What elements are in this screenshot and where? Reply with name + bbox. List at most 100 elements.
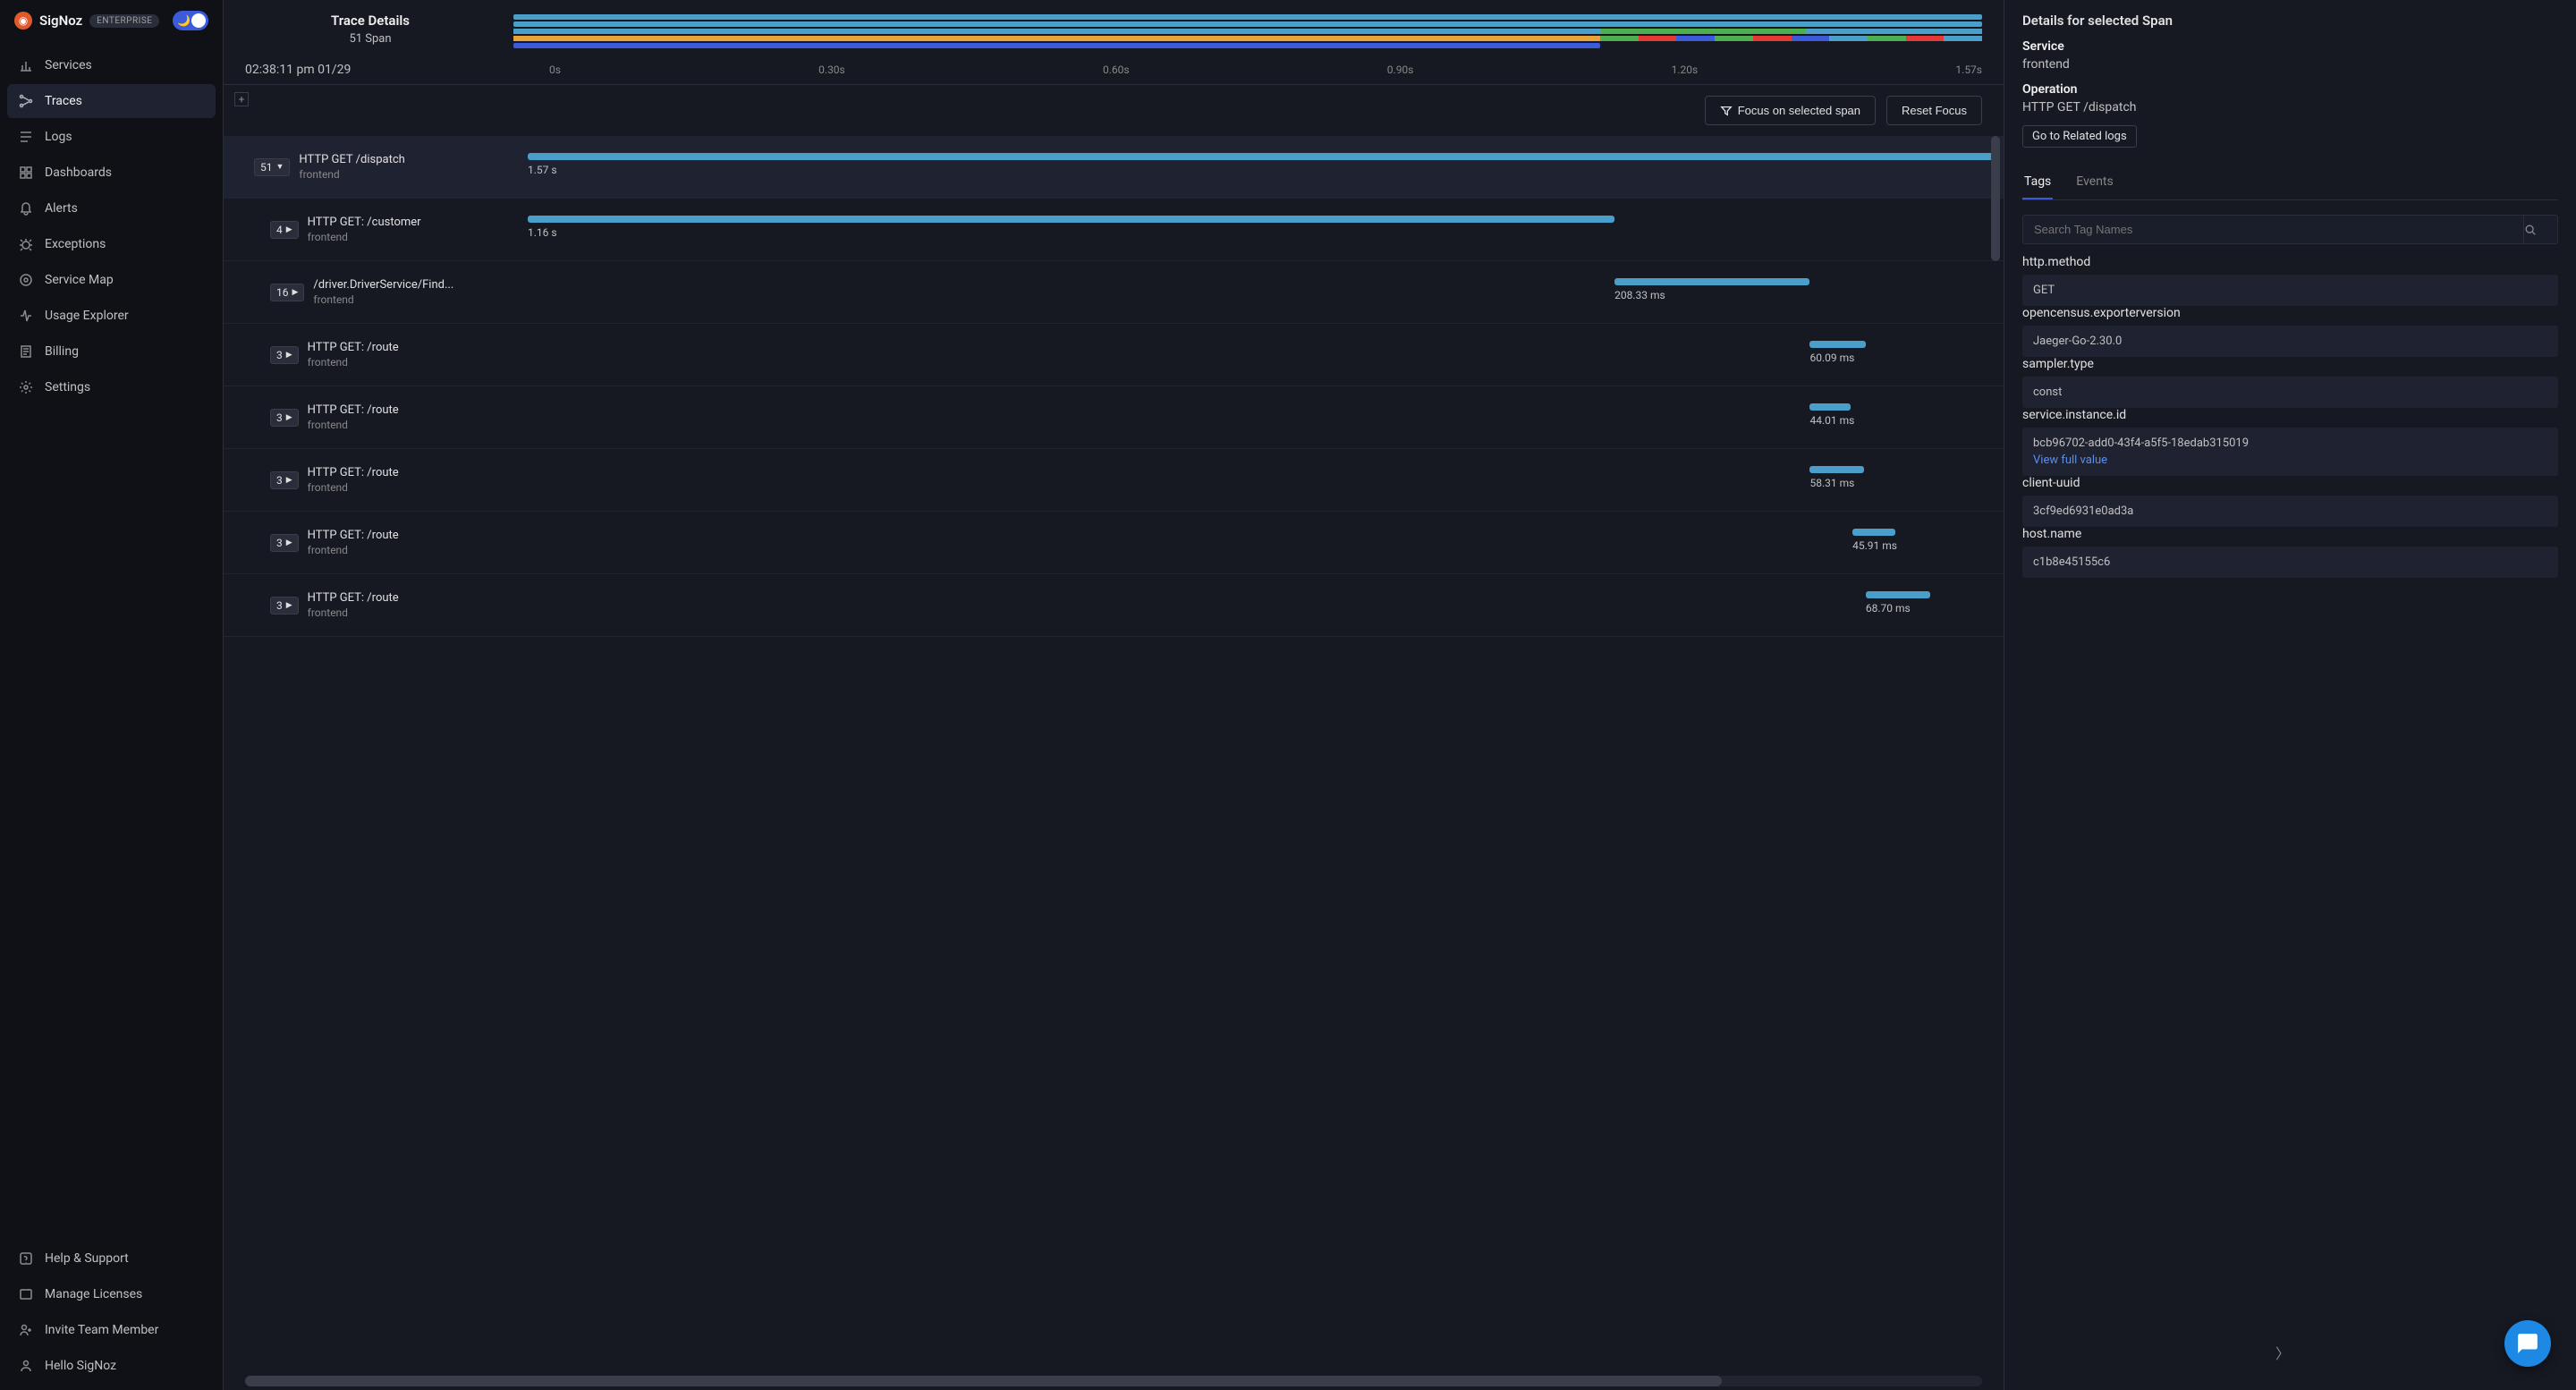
sidebar-item-service-map[interactable]: Service Map <box>7 263 216 297</box>
timeline-axis: 0s0.30s0.60s0.90s1.20s1.57s <box>549 64 1982 76</box>
span-name-block: HTTP GET: /routefrontend <box>308 403 399 431</box>
bell-icon <box>18 200 34 216</box>
sidebar-item-exceptions[interactable]: Exceptions <box>7 227 216 261</box>
span-left: 3▶HTTP GET: /routefrontend <box>224 466 528 494</box>
span-bar[interactable] <box>1809 403 1851 411</box>
span-count: 3 <box>276 537 283 549</box>
span-name: /driver.DriverService/Find... <box>313 278 453 292</box>
bar-chart-icon <box>18 57 34 73</box>
span-track: 60.09 ms <box>528 337 1996 373</box>
span-bar[interactable] <box>1809 466 1864 473</box>
span-name: HTTP GET: /route <box>308 466 399 479</box>
span-bar[interactable] <box>528 153 1996 160</box>
span-count-chip[interactable]: 3▶ <box>270 471 299 489</box>
view-full-value-link[interactable]: View full value <box>2033 453 2547 467</box>
tab-tags[interactable]: Tags <box>2022 165 2053 199</box>
tab-events[interactable]: Events <box>2074 165 2114 199</box>
span-count: 51 <box>260 161 273 174</box>
span-left: 3▶HTTP GET: /routefrontend <box>224 341 528 369</box>
gear-icon <box>18 379 34 395</box>
axis-tick: 1.20s <box>1672 64 1699 76</box>
reset-focus-button[interactable]: Reset Focus <box>1886 96 1982 125</box>
span-row[interactable]: 3▶HTTP GET: /routefrontend60.09 ms <box>224 324 2004 386</box>
span-name-block: HTTP GET: /routefrontend <box>308 529 399 556</box>
scrollbar-thumb[interactable] <box>245 1376 1722 1386</box>
minimap-bar <box>513 36 1982 41</box>
minimap[interactable] <box>513 13 1982 48</box>
span-row[interactable]: 3▶HTTP GET: /routefrontend58.31 ms <box>224 449 2004 512</box>
span-count-chip[interactable]: 3▶ <box>270 346 299 364</box>
sidebar-item-alerts[interactable]: Alerts <box>7 191 216 225</box>
timeline-row: 02:38:11 pm 01/29 0s0.30s0.60s0.90s1.20s… <box>224 55 2004 85</box>
horizontal-scrollbar[interactable] <box>245 1376 1982 1386</box>
span-service: frontend <box>299 168 404 181</box>
minimap-bar <box>513 21 1982 27</box>
bug-icon <box>18 236 34 252</box>
span-row[interactable]: 3▶ HTTP GET: /routefrontend 44.01 ms <box>224 386 2004 449</box>
span-count-chip[interactable]: 51▼ <box>254 158 290 176</box>
span-row[interactable]: 16▶/driver.DriverService/Find...frontend… <box>224 261 2004 324</box>
tag-search-button[interactable] <box>2524 215 2558 244</box>
tag-search-input[interactable] <box>2022 215 2524 244</box>
sidebar-item-label: Hello SigNoz <box>45 1359 116 1373</box>
span-count-chip[interactable]: 3▶ <box>270 534 299 552</box>
scrollbar-thumb[interactable] <box>1991 136 2000 261</box>
span-track: 1.16 s <box>528 212 1996 248</box>
span-row[interactable]: 51▼HTTP GET /dispatchfrontend1.57 s <box>224 136 2004 199</box>
span-left: 16▶/driver.DriverService/Find...frontend <box>224 278 528 306</box>
sidebar-item-services[interactable]: Services <box>7 48 216 82</box>
sidebar-item-label: Manage Licenses <box>45 1287 142 1301</box>
span-duration: 68.70 ms <box>1866 602 1911 614</box>
focus-selected-button[interactable]: Focus on selected span <box>1705 96 1876 125</box>
receipt-icon <box>18 343 34 360</box>
logo-icon: ◉ <box>14 12 32 30</box>
span-count-chip[interactable]: 16▶ <box>270 284 304 301</box>
sidebar-item-settings[interactable]: Settings <box>7 370 216 404</box>
related-logs-link[interactable]: Go to Related logs <box>2022 125 2137 148</box>
sidebar-item-invite[interactable]: Invite Team Member <box>7 1313 216 1347</box>
sidebar: ◉ SigNoz ENTERPRISE 🌙 Services Traces Lo… <box>0 0 224 1390</box>
span-bar[interactable] <box>1852 529 1895 536</box>
caret-right-icon: ▶ <box>286 351 292 360</box>
span-count-chip[interactable]: 3▶ <box>270 597 299 614</box>
chevron-right-icon[interactable]: 〉 <box>2275 1342 2290 1363</box>
span-row[interactable]: 4▶HTTP GET: /customerfrontend1.16 s <box>224 199 2004 261</box>
sidebar-item-logs[interactable]: Logs <box>7 120 216 154</box>
tag-block: http.methodGET <box>2022 255 2558 306</box>
span-count-chip[interactable]: 4▶ <box>270 221 299 239</box>
span-name: HTTP GET /dispatch <box>299 153 404 166</box>
vertical-scrollbar[interactable] <box>1991 136 2000 816</box>
span-count: 16 <box>276 286 289 299</box>
span-bar[interactable] <box>528 216 1614 223</box>
details-tabs: Tags Events <box>2022 165 2558 200</box>
chat-fab[interactable] <box>2504 1320 2551 1367</box>
sidebar-item-traces[interactable]: Traces <box>7 84 216 118</box>
sidebar-item-label: Service Map <box>45 273 114 287</box>
span-service: frontend <box>308 231 421 243</box>
sidebar-item-usage-explorer[interactable]: Usage Explorer <box>7 299 216 333</box>
span-count-chip[interactable]: 3▶ <box>270 409 299 427</box>
label: Service <box>2022 39 2558 54</box>
user-icon <box>18 1358 34 1374</box>
sidebar-item-licenses[interactable]: Manage Licenses <box>7 1277 216 1311</box>
trace-timestamp: 02:38:11 pm 01/29 <box>245 63 549 77</box>
span-row[interactable]: 3▶ HTTP GET: /routefrontend 68.70 ms <box>224 574 2004 637</box>
sidebar-item-dashboards[interactable]: Dashboards <box>7 156 216 190</box>
span-track: 44.01 ms <box>528 400 1996 436</box>
expand-all-button[interactable]: + <box>234 92 249 106</box>
waypoints-icon <box>18 93 34 109</box>
tag-key: client-uuid <box>2022 476 2558 490</box>
trace-subtitle: 51 Span <box>245 32 496 46</box>
sidebar-item-hello[interactable]: Hello SigNoz <box>7 1349 216 1383</box>
span-bar[interactable] <box>1614 278 1809 285</box>
sidebar-item-billing[interactable]: Billing <box>7 335 216 369</box>
span-bar[interactable] <box>1809 341 1865 348</box>
theme-toggle[interactable]: 🌙 <box>173 11 208 30</box>
span-bar[interactable] <box>1866 591 1930 598</box>
span-name-block: HTTP GET: /routefrontend <box>308 591 399 619</box>
span-row[interactable]: 3▶HTTP GET: /routefrontend45.91 ms <box>224 512 2004 574</box>
sidebar-item-label: Services <box>45 58 92 72</box>
tag-list: http.methodGETopencensus.exporterversion… <box>2022 255 2558 578</box>
sidebar-item-help[interactable]: Help & Support <box>7 1242 216 1276</box>
tag-value: 3cf9ed6931e0ad3a <box>2022 496 2558 527</box>
